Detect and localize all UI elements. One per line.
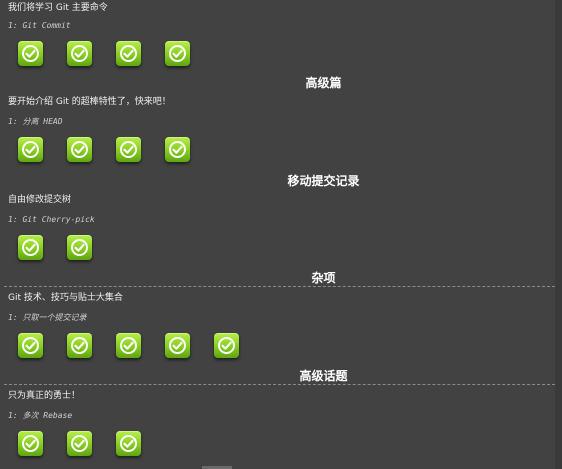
level-list: 我们将学习 Git 主要命令 1: Git Commit 高级篇 要开始介绍 G… <box>0 0 555 469</box>
badge-row <box>0 137 555 163</box>
section-intro: 我们将学习 Git 主要命令 <box>8 3 108 13</box>
check-circle-icon <box>169 45 186 62</box>
section-title: 杂项 <box>311 271 336 285</box>
level-badge[interactable] <box>67 431 92 456</box>
level-label[interactable]: 1: 只取一个提交记录 <box>0 312 555 324</box>
check-circle-icon <box>71 141 88 158</box>
section-main: 我们将学习 Git 主要命令 1: Git Commit <box>0 0 555 67</box>
level-badge[interactable] <box>116 137 141 162</box>
section-intro: Git 技术、技巧与贴士大集合 <box>8 293 123 303</box>
check-circle-icon <box>120 435 137 452</box>
check-circle-icon <box>22 239 39 256</box>
badge-row <box>0 41 555 67</box>
check-circle-icon <box>169 337 186 354</box>
section-intro: 自由修改提交树 <box>8 195 72 205</box>
level-badge[interactable] <box>18 333 43 358</box>
section-title: 移动提交记录 <box>287 174 360 188</box>
level-badge[interactable] <box>214 333 239 358</box>
level-badge[interactable] <box>18 137 43 162</box>
section-advanced: 高级篇 要开始介绍 Git 的超棒特性了，快来吧！ 1: 分离 HEAD <box>0 76 555 163</box>
check-circle-icon <box>71 337 88 354</box>
level-badge[interactable] <box>165 333 190 358</box>
level-badge[interactable] <box>67 41 92 66</box>
badge-row <box>0 431 555 457</box>
vertical-scrollbar[interactable] <box>555 0 562 469</box>
check-circle-icon <box>169 141 186 158</box>
section-intro: 要开始介绍 Git 的超棒特性了，快来吧！ <box>8 97 171 107</box>
check-circle-icon <box>218 337 235 354</box>
section-moving-work: 移动提交记录 自由修改提交树 1: Git Cherry-pick <box>0 174 555 261</box>
level-badge[interactable] <box>116 41 141 66</box>
level-badge[interactable] <box>18 41 43 66</box>
check-circle-icon <box>22 141 39 158</box>
level-badge[interactable] <box>18 235 43 260</box>
check-circle-icon <box>22 435 39 452</box>
section-divider <box>4 384 555 385</box>
level-label[interactable]: 1: 分离 HEAD <box>0 116 555 128</box>
level-badge[interactable] <box>67 235 92 260</box>
level-badge[interactable] <box>165 137 190 162</box>
level-badge[interactable] <box>165 41 190 66</box>
section-title: 高级篇 <box>305 76 342 90</box>
badge-row <box>0 235 555 261</box>
check-circle-icon <box>71 45 88 62</box>
section-divider <box>4 286 555 287</box>
level-label[interactable]: 1: Git Commit <box>0 20 555 32</box>
level-label[interactable]: 1: Git Cherry-pick <box>0 214 555 226</box>
level-badge[interactable] <box>67 333 92 358</box>
check-circle-icon <box>120 337 137 354</box>
check-circle-icon <box>71 435 88 452</box>
level-badge[interactable] <box>67 137 92 162</box>
check-circle-icon <box>71 239 88 256</box>
check-circle-icon <box>120 45 137 62</box>
section-intro: 只为真正的勇士！ <box>8 391 81 401</box>
check-circle-icon <box>120 141 137 158</box>
section-advanced-topics: 高级话题 只为真正的勇士！ 1: 多次 Rebase <box>0 369 555 457</box>
level-badge[interactable] <box>18 431 43 456</box>
level-badge[interactable] <box>116 431 141 456</box>
section-title: 高级话题 <box>299 369 348 383</box>
badge-row <box>0 333 555 359</box>
level-badge[interactable] <box>116 333 141 358</box>
level-label[interactable]: 1: 多次 Rebase <box>0 410 555 422</box>
check-circle-icon <box>22 337 39 354</box>
section-mixed: 杂项 Git 技术、技巧与贴士大集合 1: 只取一个提交记录 <box>0 271 555 359</box>
check-circle-icon <box>22 45 39 62</box>
